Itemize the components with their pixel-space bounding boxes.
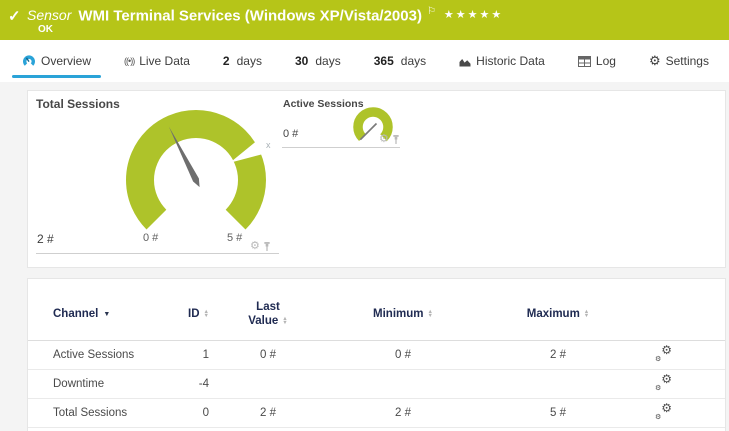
tab-label: days [237,54,262,68]
column-label: Channel [53,308,98,320]
table-row[interactable]: Total Sessions 0 2 # 2 # 5 # ⚙⚙ [28,398,725,427]
tab-label: Overview [41,54,91,68]
channel-maximum: 5 # [483,398,633,427]
area-chart-icon [459,56,471,67]
gauge-settings-gear-icon[interactable]: ⚙ [250,241,260,252]
tab-label: days [401,54,426,68]
tab-overview[interactable]: Overview [12,40,101,82]
sort-icon: ▲▼ [584,310,589,318]
channel-minimum: 2 # [323,398,483,427]
tab-2-days[interactable]: 2 days [213,40,272,82]
column-label: ID [188,308,200,320]
priority-stars[interactable]: ★★★★★ [444,9,503,21]
channel-name: Total Sessions [28,398,158,427]
total-sessions-gauge: x [116,96,278,258]
sort-icon: ▲▼ [428,310,433,318]
tab-number: 2 [223,54,230,68]
sort-icon: ▲▼ [204,310,209,318]
ok-check-icon: ✓ [8,7,21,25]
tab-historic-data[interactable]: Historic Data [449,40,555,82]
column-label: Maximum [527,308,580,320]
tab-30-days[interactable]: 30 days [285,40,351,82]
table-row[interactable]: Downtime -4 ⚙⚙ [28,369,725,398]
channel-minimum [323,369,483,398]
tab-settings[interactable]: ⚙ Settings [639,40,719,82]
channel-name: Active Sessions [28,340,158,369]
total-sessions-current-value: 2 # [37,232,54,246]
gauge-settings-gear-icon[interactable]: ⚙ [379,134,389,145]
column-header-minimum[interactable]: Minimum ▲▼ [323,279,483,340]
tab-label: Settings [666,54,709,68]
column-label: Last Value [248,301,280,327]
pin-icon[interactable] [263,241,271,252]
sort-icon: ▲▼ [282,317,287,325]
table-header-row: Channel▼ ID▲▼ Last Value▲▼ Minimum▲▼ Max… [28,279,725,340]
sort-desc-icon: ▼ [103,311,110,318]
tab-log[interactable]: Log [568,40,626,82]
active-sessions-current-value: 0 # [283,128,298,140]
column-header-settings [633,279,725,340]
channels-table-panel: Channel▼ ID▲▼ Last Value▲▼ Minimum▲▼ Max… [27,278,726,431]
content-area: Total Sessions x 2 # 0 # 5 # ⚙ Active Se… [0,82,729,431]
flag-icon[interactable]: ⚐ [427,6,436,17]
channel-last-value: 2 # [213,398,323,427]
gauges-panel: Total Sessions x 2 # 0 # 5 # ⚙ Active Se… [27,90,726,268]
channel-name: Downtime [28,369,158,398]
tab-label: Historic Data [476,54,545,68]
limit-marker-label: x [266,140,271,150]
tab-live-data[interactable]: ((•)) Live Data [114,40,200,82]
channel-id: 1 [158,340,213,369]
tab-365-days[interactable]: 365 days [364,40,436,82]
live-data-icon: ((•)) [124,56,134,66]
gauge-scale-max: 5 # [227,232,242,244]
channel-last-value: 0 # [213,340,323,369]
gauge-icon [22,54,36,68]
column-label: Minimum [373,308,423,320]
status-badge: OK [38,24,53,35]
column-header-last-value[interactable]: Last Value▲▼ [213,279,323,340]
column-header-maximum[interactable]: Maximum ▲▼ [483,279,633,340]
table-row[interactable]: Active Sessions 1 0 # 0 # 2 # ⚙⚙ [28,340,725,369]
column-header-id[interactable]: ID ▲▼ [158,279,213,340]
tab-label: days [315,54,340,68]
total-sessions-gauge-title: Total Sessions [36,97,120,111]
channel-settings-gears-icon[interactable]: ⚙⚙ [655,346,672,361]
channel-maximum [483,369,633,398]
tab-number: 30 [295,54,308,68]
channels-table: Channel▼ ID▲▼ Last Value▲▼ Minimum▲▼ Max… [28,279,725,428]
channel-settings-gears-icon[interactable]: ⚙⚙ [655,404,672,419]
gauge-scale-min: 0 # [143,232,158,244]
pin-icon[interactable] [392,134,400,145]
log-table-icon [578,56,591,67]
sensor-status-header: ✓ Sensor WMI Terminal Services (Windows X… [0,0,729,40]
gear-icon: ⚙ [649,53,661,69]
divider [36,253,279,254]
tab-bar: Overview ((•)) Live Data 2 days 30 days … [0,40,729,82]
channel-settings-gears-icon[interactable]: ⚙⚙ [655,375,672,390]
tab-label: Live Data [139,54,190,68]
column-header-channel[interactable]: Channel ▼ [28,279,158,340]
sensor-type-label: Sensor [27,7,71,23]
tab-label: Log [596,54,616,68]
tab-number: 365 [374,54,394,68]
divider [282,147,400,148]
channel-last-value [213,369,323,398]
page-title: WMI Terminal Services (Windows XP/Vista/… [78,7,422,24]
channel-minimum: 0 # [323,340,483,369]
channel-maximum: 2 # [483,340,633,369]
channel-id: -4 [158,369,213,398]
channel-id: 0 [158,398,213,427]
